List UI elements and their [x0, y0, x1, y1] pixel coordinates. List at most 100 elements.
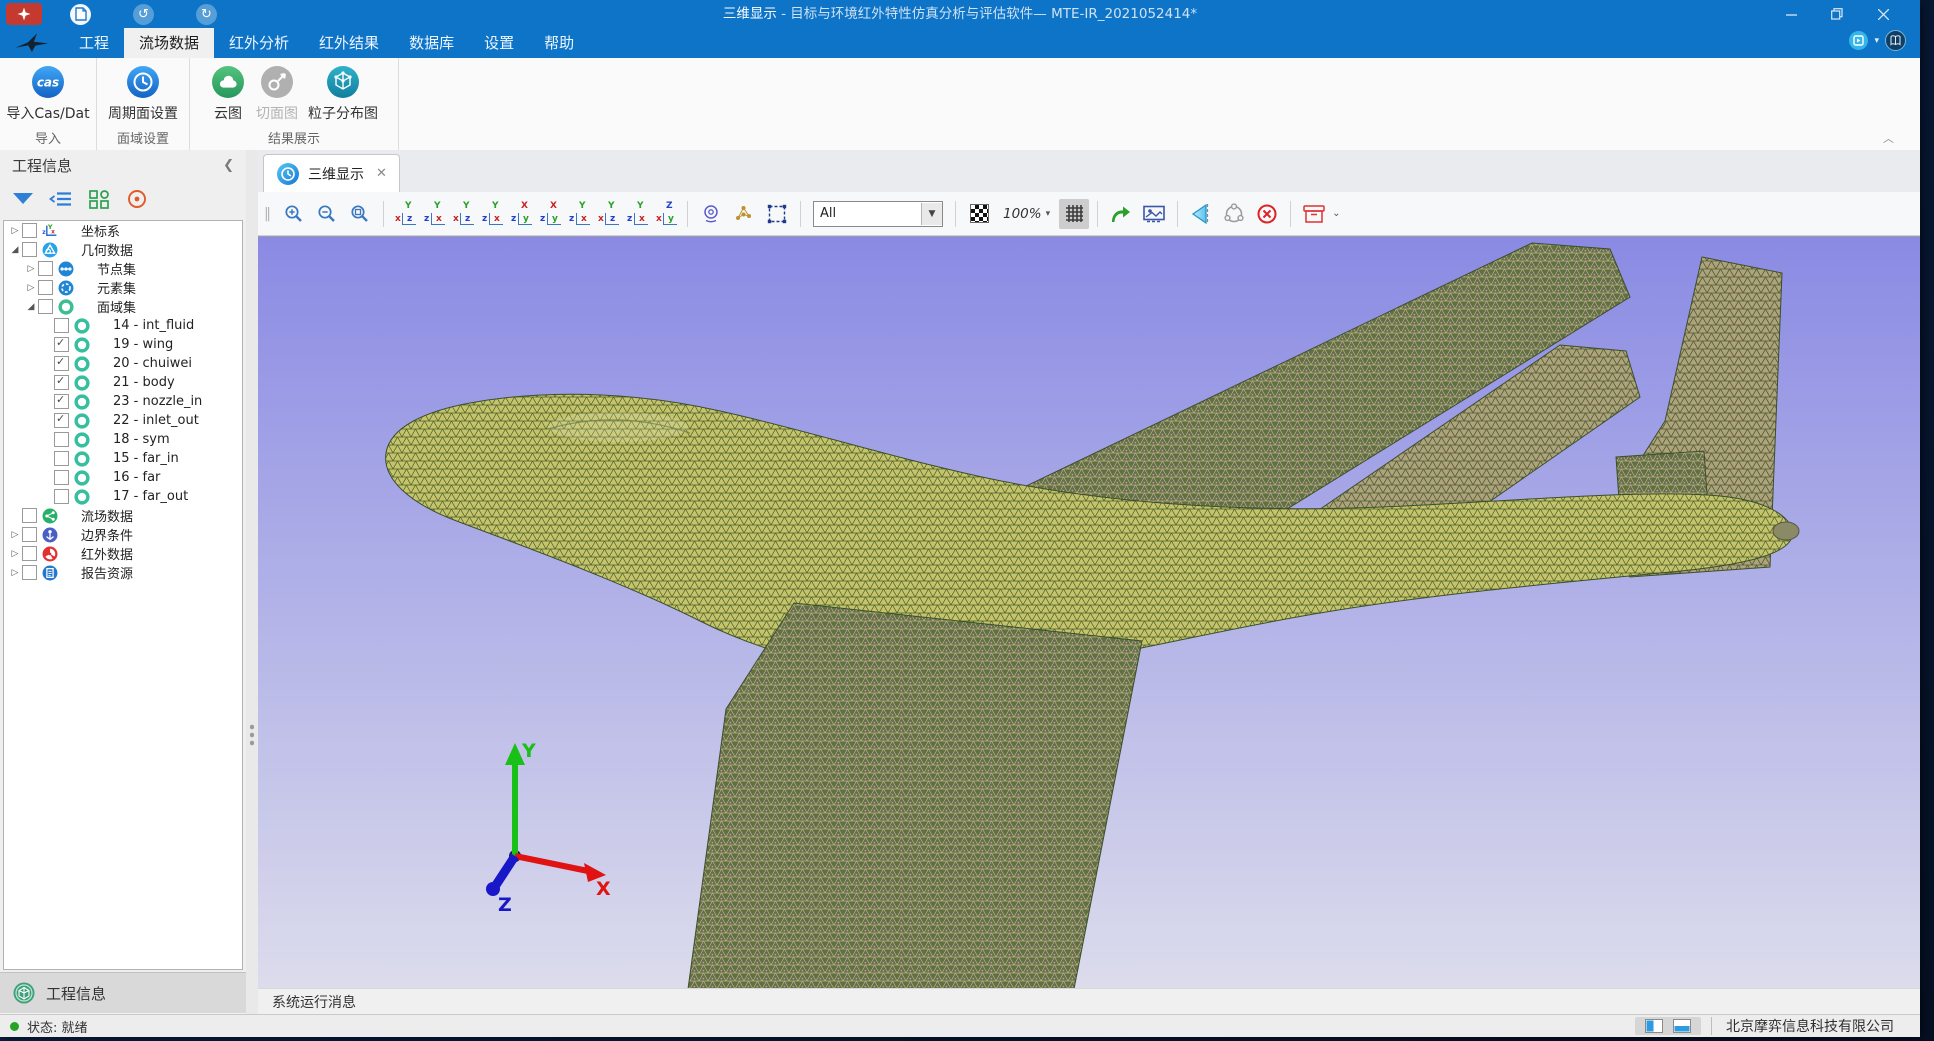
view-orientation-icon-7[interactable]: Yzx — [566, 201, 592, 227]
view-orientation-icon-4[interactable]: Yzx — [479, 201, 505, 227]
transparency-icon[interactable] — [964, 199, 994, 229]
tree-item[interactable]: 15 - far_in — [4, 449, 242, 468]
list-icon[interactable] — [46, 186, 76, 212]
tree-checkbox[interactable] — [54, 394, 69, 409]
view-orientation-icon-1[interactable]: Yxz — [392, 201, 418, 227]
expander-icon[interactable]: ▷ — [8, 530, 22, 540]
tree-item[interactable]: 17 - far_out — [4, 487, 242, 506]
ribbon-collapse-icon[interactable]: ︿ — [1883, 130, 1894, 146]
expander-icon[interactable]: ◢ — [24, 302, 38, 312]
sidebar-collapse-icon[interactable]: ❮ — [223, 158, 234, 173]
display-filter-select[interactable]: All▼ — [813, 201, 943, 227]
tree-item[interactable]: 23 - nozzle_in — [4, 392, 242, 411]
view-orientation-icon-3[interactable]: Yxz — [450, 201, 476, 227]
expander-icon[interactable]: ▷ — [8, 549, 22, 559]
menu-item-3[interactable]: 红外结果 — [304, 28, 394, 58]
network-icon[interactable] — [1219, 199, 1249, 229]
tree-item[interactable]: 16 - far — [4, 468, 242, 487]
tree-checkbox[interactable] — [54, 375, 69, 390]
tree-item[interactable]: ▷红外数据 — [4, 544, 242, 563]
tree-checkbox[interactable] — [38, 280, 53, 295]
tree-item[interactable]: 22 - inlet_out — [4, 411, 242, 430]
sidebar-bottom-tab[interactable]: 工程信息 — [0, 972, 258, 1013]
tree-checkbox[interactable] — [54, 413, 69, 428]
layout-left-icon[interactable] — [1645, 1019, 1663, 1033]
tree-checkbox[interactable] — [54, 318, 69, 333]
filter-icon[interactable] — [8, 186, 38, 212]
view-orientation-icon-2[interactable]: Yzx — [421, 201, 447, 227]
snapshot-icon[interactable] — [1139, 199, 1169, 229]
tree-item[interactable]: ◢几何数据 — [4, 240, 242, 259]
tree-checkbox[interactable] — [38, 299, 53, 314]
tree-item[interactable]: ▷Yzx坐标系 — [4, 221, 242, 240]
tree-item[interactable]: ▷报告资源 — [4, 563, 242, 582]
tree-checkbox[interactable] — [22, 565, 37, 580]
viewport-3d[interactable]: Y X Z — [258, 236, 1920, 989]
grid-icon[interactable] — [84, 186, 114, 212]
zoom-fit-icon[interactable] — [345, 199, 375, 229]
display-panel-button[interactable] — [1849, 31, 1868, 50]
zoom-level-dropdown[interactable]: 100%▾ — [997, 206, 1056, 222]
view-orientation-icon-9[interactable]: Yzx — [624, 201, 650, 227]
menu-item-4[interactable]: 数据库 — [394, 28, 469, 58]
restore-button[interactable] — [1814, 0, 1860, 28]
expander-icon[interactable]: ▷ — [8, 226, 22, 236]
expander-icon[interactable]: ◢ — [8, 245, 22, 255]
tree-checkbox[interactable] — [22, 546, 37, 561]
view-orientation-icon-10[interactable]: Zxy — [653, 201, 679, 227]
archive-icon[interactable] — [1299, 199, 1329, 229]
tree-item[interactable]: 14 - int_fluid — [4, 316, 242, 335]
panel-splitter[interactable] — [246, 150, 258, 1014]
menu-item-6[interactable]: 帮助 — [529, 28, 589, 58]
menu-item-0[interactable]: 工程 — [64, 28, 124, 58]
export-arrow-icon[interactable] — [1106, 199, 1136, 229]
tree-item[interactable]: ◢面域集 — [4, 297, 242, 316]
expander-icon[interactable]: ▷ — [24, 283, 38, 293]
expander-icon[interactable]: ▷ — [24, 264, 38, 274]
menu-item-1[interactable]: 流场数据 — [124, 28, 214, 58]
tree-item[interactable]: 21 - body — [4, 373, 242, 392]
tree-item[interactable]: 18 - sym — [4, 430, 242, 449]
target-icon[interactable] — [122, 186, 152, 212]
tree-item[interactable]: 20 - chuiwei — [4, 354, 242, 373]
tree-item[interactable]: 流场数据 — [4, 506, 242, 525]
tab-close-icon[interactable]: ✕ — [376, 166, 387, 181]
tree-checkbox[interactable] — [54, 451, 69, 466]
combo-arrow-icon[interactable]: ▼ — [921, 203, 942, 225]
help-book-button[interactable] — [1885, 30, 1906, 51]
mesh-toggle-icon[interactable] — [1059, 199, 1089, 229]
tree-checkbox[interactable] — [54, 432, 69, 447]
layout-bottom-icon[interactable] — [1673, 1019, 1691, 1033]
tree-item[interactable]: ▷节点集 — [4, 259, 242, 278]
particles-icon[interactable] — [729, 199, 759, 229]
tree-item[interactable]: ▷边界条件 — [4, 525, 242, 544]
tree-checkbox[interactable] — [22, 242, 37, 257]
view-orientation-icon-5[interactable]: Xzy — [508, 201, 534, 227]
view-orientation-icon-6[interactable]: Xzy — [537, 201, 563, 227]
toolbar-grip[interactable]: ‖ — [264, 206, 272, 222]
archive-caret-icon[interactable]: ⌄ — [1332, 208, 1340, 219]
minimize-button[interactable] — [1768, 0, 1814, 28]
mirror-icon[interactable] — [1186, 199, 1216, 229]
zoom-in-icon[interactable] — [279, 199, 309, 229]
tree-checkbox[interactable] — [54, 337, 69, 352]
dropdown-caret-icon[interactable]: ▾ — [1874, 36, 1879, 46]
tree-checkbox[interactable] — [54, 356, 69, 371]
select-box-icon[interactable] — [762, 199, 792, 229]
probe-icon[interactable] — [696, 199, 726, 229]
tree-checkbox[interactable] — [54, 470, 69, 485]
tree-checkbox[interactable] — [22, 223, 37, 238]
tree-item[interactable]: 19 - wing — [4, 335, 242, 354]
delete-icon[interactable] — [1252, 199, 1282, 229]
tree-checkbox[interactable] — [22, 527, 37, 542]
tab-3d-view[interactable]: 三维显示 ✕ — [263, 154, 400, 192]
menu-item-5[interactable]: 设置 — [469, 28, 529, 58]
expander-icon[interactable]: ▷ — [8, 568, 22, 578]
menu-item-2[interactable]: 红外分析 — [214, 28, 304, 58]
tree-checkbox[interactable] — [54, 489, 69, 504]
view-orientation-icon-8[interactable]: Yxz — [595, 201, 621, 227]
zoom-out-icon[interactable] — [312, 199, 342, 229]
tree-checkbox[interactable] — [22, 508, 37, 523]
tree-checkbox[interactable] — [38, 261, 53, 276]
tree-item[interactable]: ▷元素集 — [4, 278, 242, 297]
